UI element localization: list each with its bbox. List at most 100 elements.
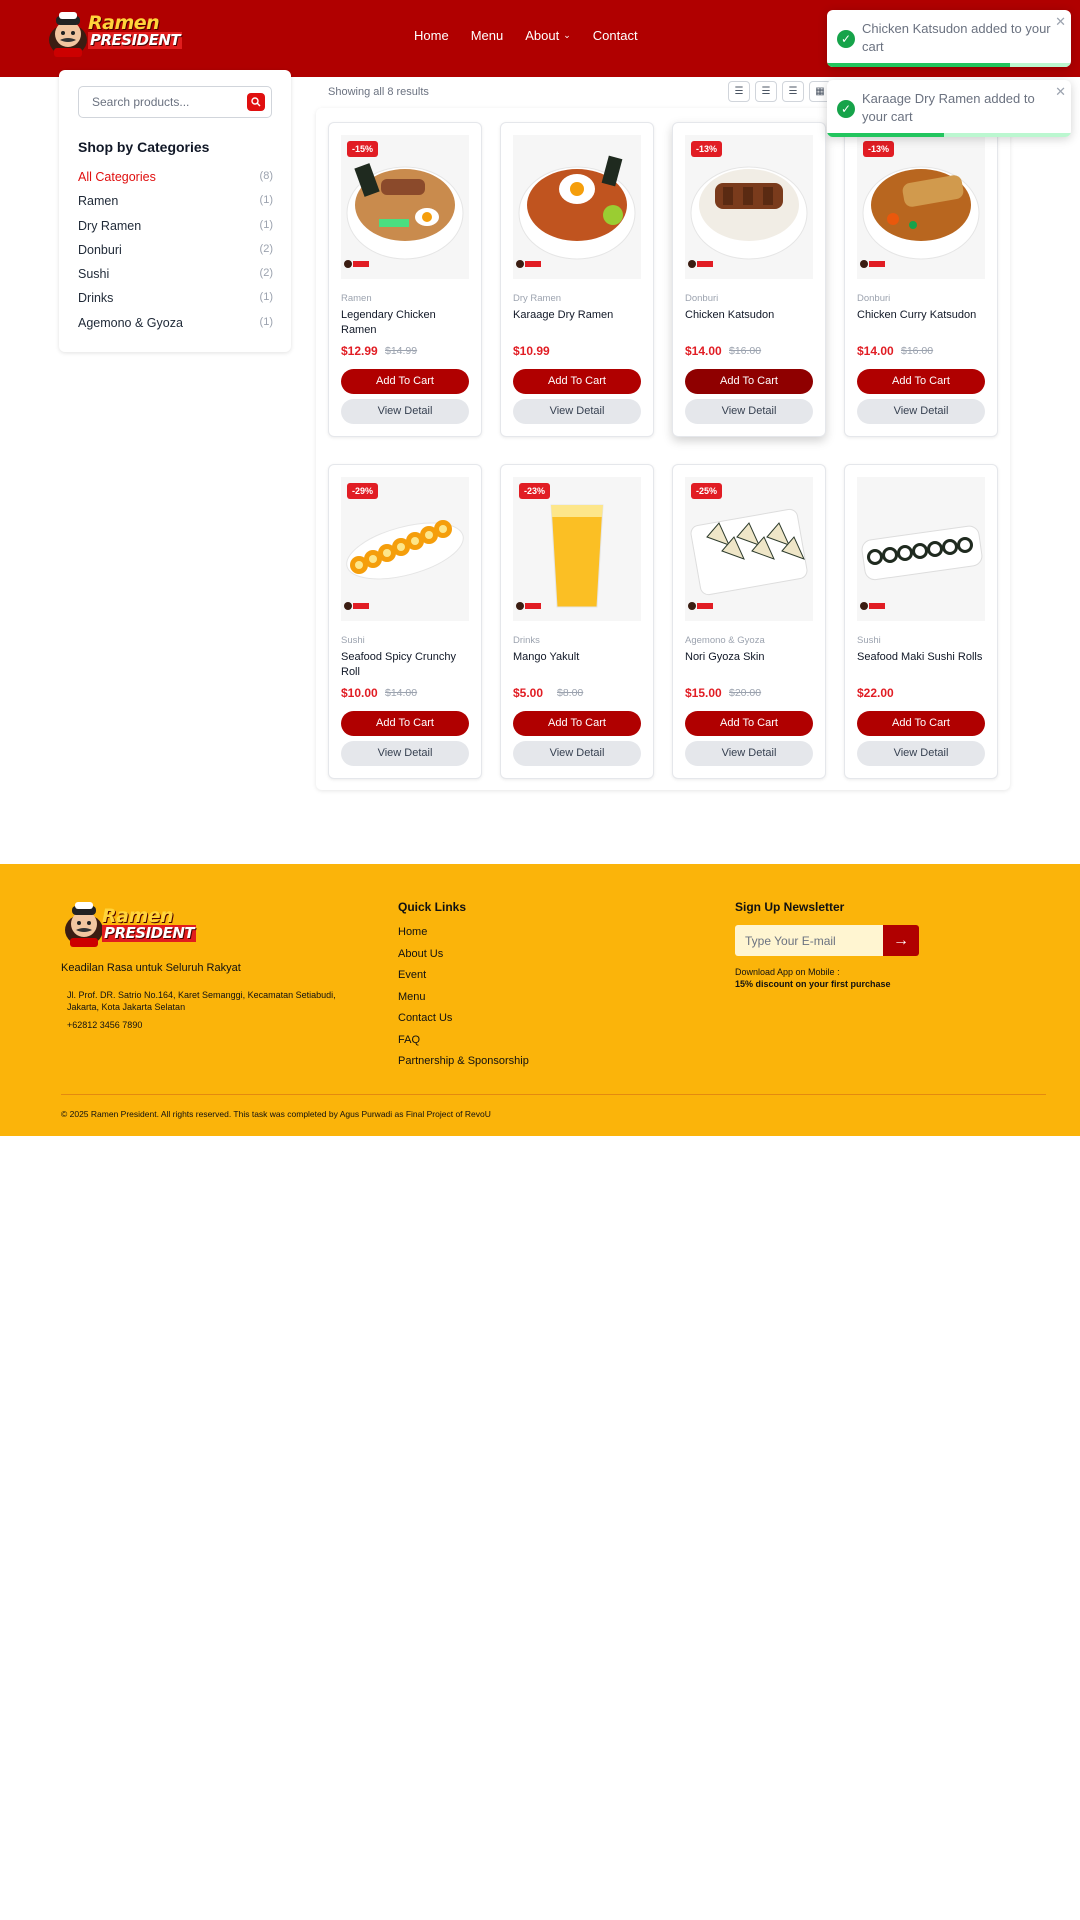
- brand-mini-logo: [860, 602, 885, 610]
- product-price: $15.00: [685, 686, 722, 700]
- add-to-cart-button[interactable]: Add To Cart: [513, 369, 641, 394]
- toast-notification: ✓ Chicken Katsudon added to your cart ✕: [827, 10, 1071, 67]
- product-old-price: $16.00: [901, 345, 934, 357]
- add-to-cart-button[interactable]: Add To Cart: [857, 711, 985, 736]
- view-detail-button[interactable]: View Detail: [513, 741, 641, 766]
- toast-notification: ✓ Karaage Dry Ramen added to your cart ✕: [827, 80, 1071, 137]
- view-detail-button[interactable]: View Detail: [341, 399, 469, 424]
- product-category: Drinks: [513, 635, 540, 646]
- add-to-cart-button[interactable]: Add To Cart: [341, 369, 469, 394]
- view-detail-button[interactable]: View Detail: [341, 741, 469, 766]
- product-card[interactable]: -13% Donburi Chicken Katsudon $14.00 $16…: [672, 122, 826, 437]
- product-card[interactable]: -23% Drinks Mango Yakult $5.00 $8.00 Add…: [500, 464, 654, 779]
- product-image[interactable]: [513, 135, 641, 279]
- close-icon[interactable]: ✕: [1055, 84, 1066, 100]
- footer-phone: +62812 3456 7890: [67, 1020, 143, 1030]
- brand-logo[interactable]: Ramen PRESIDENT: [46, 10, 183, 60]
- view-detail-button[interactable]: View Detail: [513, 399, 641, 424]
- nav-contact[interactable]: Contact: [593, 28, 638, 43]
- product-area: Showing all 8 results ☰ ☰ ☰ ▦ -15% Ramen…: [316, 70, 1010, 790]
- brand-line2: PRESIDENT: [88, 31, 183, 49]
- check-circle-icon: ✓: [837, 30, 855, 48]
- product-name[interactable]: Legendary Chicken Ramen: [341, 308, 471, 338]
- footer-link-about[interactable]: About Us: [398, 948, 529, 970]
- category-item-donburi[interactable]: Donburi (2): [78, 243, 273, 267]
- footer-link-menu[interactable]: Menu: [398, 991, 529, 1013]
- add-to-cart-button[interactable]: Add To Cart: [685, 711, 813, 736]
- product-category: Donburi: [857, 293, 891, 304]
- view-list-icon[interactable]: ☰: [728, 81, 750, 102]
- footer-divider: [61, 1094, 1046, 1095]
- footer-link-home[interactable]: Home: [398, 926, 529, 948]
- product-category: Agemono & Gyoza: [685, 635, 765, 646]
- footer-link-contact[interactable]: Contact Us: [398, 1012, 529, 1034]
- product-image[interactable]: [857, 477, 985, 621]
- close-icon[interactable]: ✕: [1055, 14, 1066, 30]
- category-name: All Categories: [78, 170, 156, 184]
- search-input[interactable]: [79, 87, 249, 117]
- nav-menu-label: Menu: [470, 28, 504, 43]
- category-sidebar: Shop by Categories All Categories (8) Ram…: [59, 70, 291, 352]
- category-item-drinks[interactable]: Drinks (1): [78, 291, 273, 315]
- category-count: (2): [259, 267, 273, 280]
- footer-logo[interactable]: Ramen PRESIDENT: [62, 900, 197, 950]
- product-old-price: $20.00: [729, 687, 762, 699]
- add-to-cart-button[interactable]: Add To Cart: [857, 369, 985, 394]
- product-card[interactable]: Sushi Seafood Maki Sushi Rolls $22.00 Ad…: [844, 464, 998, 779]
- product-name[interactable]: Karaage Dry Ramen: [513, 308, 643, 323]
- product-price: $14.00: [857, 344, 894, 358]
- category-item-all[interactable]: All Categories (8): [78, 170, 273, 194]
- view-list-2-icon[interactable]: ☰: [755, 81, 777, 102]
- product-name[interactable]: Nori Gyoza Skin: [685, 650, 815, 665]
- nav-home[interactable]: Home: [414, 28, 449, 43]
- footer-wordmark: Ramen PRESIDENT: [102, 907, 197, 942]
- product-old-price: $16.00: [729, 345, 762, 357]
- product-name[interactable]: Chicken Curry Katsudon: [857, 308, 987, 323]
- product-name[interactable]: Chicken Katsudon: [685, 308, 815, 323]
- product-category: Dry Ramen: [513, 293, 562, 304]
- newsletter-email-input[interactable]: [735, 925, 883, 956]
- product-card[interactable]: -13% Donburi Chicken Curry Katsudon $14.…: [844, 122, 998, 437]
- product-grid: -15% Ramen Legendary Chicken Ramen $12.9…: [316, 108, 1010, 790]
- nav-about[interactable]: About ⌄: [525, 28, 571, 43]
- product-card[interactable]: Dry Ramen Karaage Dry Ramen $10.99 Add T…: [500, 122, 654, 437]
- category-item-ramen[interactable]: Ramen (1): [78, 194, 273, 218]
- footer-tagline: Keadilan Rasa untuk Seluruh Rakyat: [61, 962, 241, 974]
- footer-link-partnership[interactable]: Partnership & Sponsorship: [398, 1055, 529, 1077]
- view-detail-button[interactable]: View Detail: [685, 399, 813, 424]
- product-price: $10.00: [341, 686, 378, 700]
- toast-progress-track: [827, 133, 1071, 137]
- app-download-note: Download App on Mobile : 15% discount on…: [735, 966, 891, 990]
- product-name[interactable]: Seafood Maki Sushi Rolls: [857, 650, 987, 665]
- category-item-agemono-gyoza[interactable]: Agemono & Gyoza (1): [78, 316, 273, 340]
- nav-home-label: Home: [414, 28, 449, 43]
- view-detail-button[interactable]: View Detail: [857, 741, 985, 766]
- discount-badge: -25%: [691, 483, 723, 499]
- footer-link-faq[interactable]: FAQ: [398, 1034, 529, 1056]
- category-name: Dry Ramen: [78, 218, 142, 233]
- quick-links-list: Home About Us Event Menu Contact Us FAQ …: [398, 926, 529, 1077]
- main-nav: Home Menu About ⌄ Contact: [414, 28, 638, 43]
- search-button[interactable]: [247, 93, 265, 111]
- view-detail-button[interactable]: View Detail: [685, 741, 813, 766]
- footer-link-event[interactable]: Event: [398, 969, 529, 991]
- view-list-3-icon[interactable]: ☰: [782, 81, 804, 102]
- add-to-cart-button[interactable]: Add To Cart: [513, 711, 641, 736]
- add-to-cart-button[interactable]: Add To Cart: [341, 711, 469, 736]
- nav-menu[interactable]: Menu: [471, 28, 504, 43]
- view-detail-button[interactable]: View Detail: [857, 399, 985, 424]
- arrow-right-icon[interactable]: →: [883, 925, 919, 956]
- discount-badge: -13%: [691, 141, 723, 157]
- product-card[interactable]: -25% Agemono & Gyoza Nori Gyoza Skin $15…: [672, 464, 826, 779]
- product-name[interactable]: Mango Yakult: [513, 650, 643, 665]
- result-count: Showing all 8 results: [328, 86, 429, 98]
- product-price: $5.00: [513, 686, 544, 700]
- add-to-cart-button[interactable]: Add To Cart: [685, 369, 813, 394]
- product-name[interactable]: Seafood Spicy Crunchy Roll: [341, 650, 471, 680]
- category-item-sushi[interactable]: Sushi (2): [78, 267, 273, 291]
- product-card[interactable]: -15% Ramen Legendary Chicken Ramen $12.9…: [328, 122, 482, 437]
- brand-mini-logo: [516, 260, 541, 268]
- category-item-dry-ramen[interactable]: Dry Ramen (1): [78, 219, 273, 243]
- product-card[interactable]: -29% Sushi Seafood Spicy Crunchy Roll $1…: [328, 464, 482, 779]
- product-price: $10.99: [513, 344, 550, 358]
